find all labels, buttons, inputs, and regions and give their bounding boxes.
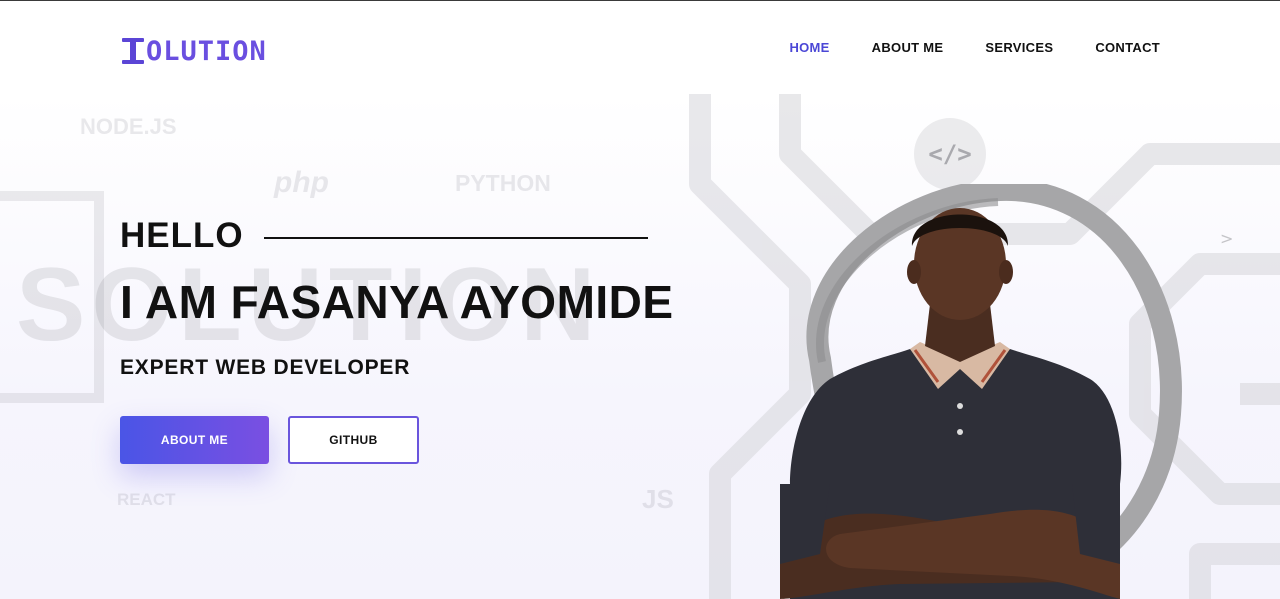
hello-heading: HELLO bbox=[120, 216, 244, 255]
watermark-js: JS bbox=[642, 484, 674, 514]
hero-section: </> > NODE.JS php PYTHON REACT JS SOLUTI… bbox=[0, 94, 1280, 599]
watermark-react: REACT bbox=[117, 490, 176, 509]
nav-services[interactable]: SERVICES bbox=[985, 40, 1053, 55]
nav-home[interactable]: HOME bbox=[789, 40, 829, 55]
logo-text: OLUTION bbox=[146, 35, 267, 67]
watermark-nodejs: NODE.JS bbox=[80, 114, 177, 139]
logo-icon bbox=[122, 36, 144, 66]
code-icon: </> bbox=[928, 140, 971, 168]
site-header: OLUTION HOME ABOUT ME SERVICES CONTACT bbox=[0, 1, 1280, 94]
about-me-button[interactable]: ABOUT ME bbox=[120, 416, 269, 464]
svg-text:>: > bbox=[1220, 229, 1233, 248]
watermark-python: PYTHON bbox=[455, 170, 551, 196]
nav-about-me[interactable]: ABOUT ME bbox=[872, 40, 944, 55]
hero-name: I AM FASANYA AYOMIDE bbox=[120, 276, 674, 328]
hero-role: EXPERT WEB DEVELOPER bbox=[120, 356, 411, 379]
hello-row: HELLO bbox=[120, 216, 648, 256]
watermark-php: php bbox=[274, 166, 329, 199]
hello-divider bbox=[263, 236, 648, 239]
main-nav: HOME ABOUT ME SERVICES CONTACT bbox=[789, 40, 1160, 55]
nav-contact[interactable]: CONTACT bbox=[1095, 40, 1160, 55]
github-button[interactable]: GITHUB bbox=[288, 416, 419, 464]
profile-photo bbox=[780, 184, 1182, 599]
logo[interactable]: OLUTION bbox=[122, 33, 267, 69]
